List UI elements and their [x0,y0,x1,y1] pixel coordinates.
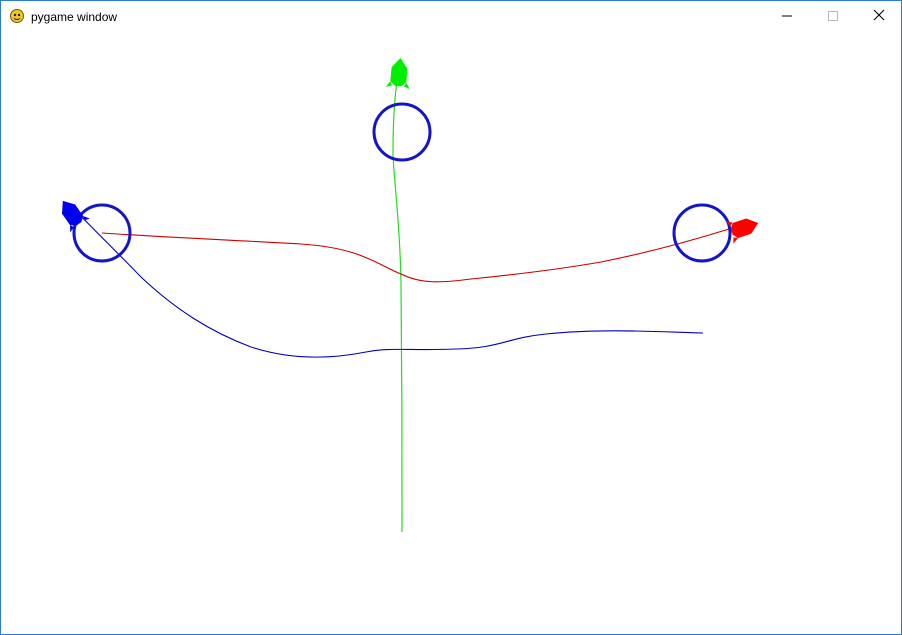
target-circle-right [672,203,732,263]
close-button[interactable] [856,1,902,32]
maximize-icon [828,8,838,26]
close-icon [873,8,885,26]
red-rocket-trail [101,228,730,283]
game-canvas[interactable] [1,32,901,634]
minimize-icon [782,8,792,26]
green-rocket-trail [392,71,403,533]
target-circle-top [372,102,432,162]
minimize-button[interactable] [764,1,810,32]
rocket-green [385,58,410,89]
pygame-snake-icon [9,8,25,24]
rocket-red [725,218,759,244]
blue-rocket-trail [78,213,704,358]
maximize-button[interactable] [810,1,856,32]
window-title: pygame window [31,10,118,24]
title-bar[interactable]: pygame window [1,1,901,32]
pygame-window: pygame window [0,0,902,635]
